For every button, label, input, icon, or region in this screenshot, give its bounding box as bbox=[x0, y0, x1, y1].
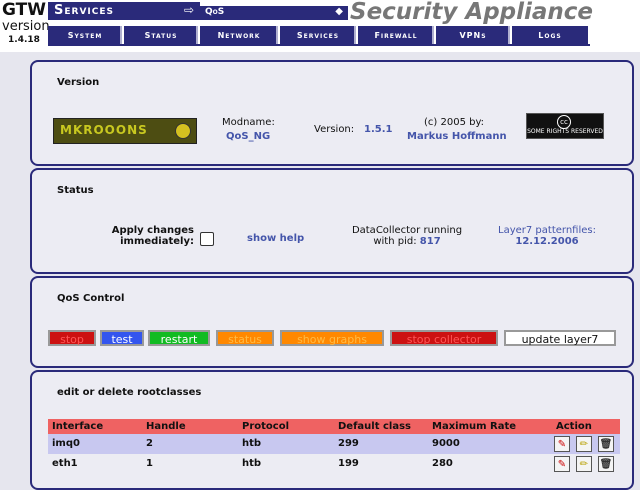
tab-status[interactable]: Status bbox=[124, 26, 198, 44]
modname-label: Modname: bbox=[222, 117, 275, 128]
layer7-status: Layer7 patternfiles: 12.12.2006 bbox=[488, 225, 606, 247]
tab-vpns[interactable]: VPNs bbox=[436, 26, 510, 44]
column-header-handle: Handle bbox=[146, 421, 186, 432]
rootclasses-section: edit or delete rootclasses Interface Han… bbox=[30, 370, 634, 490]
tab-services[interactable]: Services bbox=[280, 26, 356, 44]
edit-icon[interactable]: ✏ bbox=[576, 456, 592, 472]
version-section: Version MKROOONS Modname: QoS_NG Version… bbox=[30, 60, 634, 166]
cell-max-rate: 280 bbox=[432, 458, 453, 469]
logo-text: MKROOONS bbox=[60, 123, 148, 137]
app-title: Security Appliance bbox=[350, 0, 594, 25]
add-class-icon[interactable]: ✎ bbox=[554, 436, 570, 452]
tab-label: VPNs bbox=[459, 31, 487, 40]
current-service-label: QoS bbox=[205, 7, 225, 17]
edit-icon[interactable]: ✏ bbox=[576, 436, 592, 452]
tab-label: Logs bbox=[538, 31, 562, 40]
services-menu[interactable]: Services ⇨ bbox=[48, 2, 200, 20]
qos-control-heading: QoS Control bbox=[57, 293, 125, 304]
cell-interface: imq0 bbox=[52, 438, 80, 449]
tab-network[interactable]: Network bbox=[200, 26, 278, 44]
copyright-label: (c) 2005 by: bbox=[424, 117, 485, 128]
header-bar: GTW version 1.4.18 Services ⇨ QoS ◆ Secu… bbox=[0, 0, 640, 52]
service-selector[interactable]: QoS ◆ bbox=[200, 6, 348, 20]
datacollector-status: DataCollector running with pid: 817 bbox=[344, 225, 470, 247]
creative-commons-badge[interactable]: cc SOME RIGHTS RESERVED bbox=[526, 113, 604, 139]
test-button[interactable]: test bbox=[100, 330, 144, 346]
tab-label: Status bbox=[144, 31, 178, 40]
apply-label-line2: immediately: bbox=[120, 236, 194, 247]
cc-icon: cc bbox=[557, 115, 571, 129]
tab-label: Network bbox=[217, 31, 261, 40]
collector-line2-prefix: with pid: bbox=[373, 236, 417, 247]
tab-label: Services bbox=[296, 31, 340, 40]
arrow-right-icon: ⇨ bbox=[183, 3, 194, 17]
tab-logs[interactable]: Logs bbox=[512, 26, 588, 44]
stop-button[interactable]: stop bbox=[48, 330, 96, 346]
version-value: 1.5.1 bbox=[364, 124, 393, 135]
version-heading: Version bbox=[57, 77, 100, 88]
module-logo: MKROOONS bbox=[53, 118, 197, 144]
cell-handle: 2 bbox=[146, 438, 153, 449]
tab-underline bbox=[48, 44, 590, 46]
restart-button[interactable]: restart bbox=[148, 330, 210, 346]
brand-version-label: version bbox=[2, 19, 50, 34]
show-help-link[interactable]: show help bbox=[247, 233, 304, 244]
cell-default-class: 199 bbox=[338, 458, 359, 469]
qos-control-section: QoS Control bbox=[30, 276, 634, 368]
cell-interface: eth1 bbox=[52, 458, 78, 469]
tab-firewall[interactable]: Firewall bbox=[358, 26, 434, 44]
table-row: imq0 2 htb 299 9000 ✎ ✏ 🗑 bbox=[48, 434, 620, 454]
tab-label: Firewall bbox=[374, 31, 418, 40]
delete-icon[interactable]: 🗑 bbox=[598, 436, 614, 452]
update-layer7-button[interactable]: update layer7 bbox=[504, 330, 616, 346]
delete-icon[interactable]: 🗑 bbox=[598, 456, 614, 472]
table-row: eth1 1 htb 199 280 ✎ ✏ 🗑 bbox=[48, 454, 620, 474]
layer7-date: 12.12.2006 bbox=[515, 236, 579, 247]
modname-value: QoS_NG bbox=[226, 131, 271, 142]
logo-dot-icon bbox=[175, 123, 191, 139]
author-name: Markus Hoffmann bbox=[407, 131, 507, 142]
table-header: Interface Handle Protocol Default class … bbox=[48, 419, 620, 434]
apply-label-line1: Apply changes bbox=[111, 225, 194, 236]
column-header-action: Action bbox=[556, 421, 592, 432]
stop-collector-button[interactable]: stop collector bbox=[390, 330, 498, 346]
status-heading: Status bbox=[57, 185, 94, 196]
column-header-maximum-rate: Maximum Rate bbox=[432, 421, 517, 432]
tab-label: System bbox=[67, 31, 103, 40]
cell-protocol: htb bbox=[242, 438, 262, 449]
column-header-protocol: Protocol bbox=[242, 421, 290, 432]
brand-version-number: 1.4.18 bbox=[8, 35, 40, 45]
services-label: Services bbox=[54, 3, 114, 18]
status-section: Status Apply changes immediately: show h… bbox=[30, 168, 634, 274]
column-header-interface: Interface bbox=[52, 421, 104, 432]
apply-changes-label: Apply changes immediately: bbox=[110, 225, 194, 247]
brand-name: GTW bbox=[2, 0, 47, 20]
diamond-dropdown-icon: ◆ bbox=[335, 6, 343, 17]
tab-system[interactable]: System bbox=[48, 26, 122, 44]
brand-block: GTW version 1.4.18 bbox=[2, 0, 50, 45]
layer7-label: Layer7 patternfiles: bbox=[498, 225, 596, 236]
show-graphs-button[interactable]: show graphs bbox=[280, 330, 384, 346]
apply-immediately-checkbox[interactable] bbox=[200, 232, 214, 246]
status-button[interactable]: status bbox=[216, 330, 274, 346]
collector-pid: 817 bbox=[419, 236, 441, 247]
version-label: Version: bbox=[314, 124, 355, 135]
cell-handle: 1 bbox=[146, 458, 153, 469]
cell-protocol: htb bbox=[242, 458, 262, 469]
cell-max-rate: 9000 bbox=[432, 438, 460, 449]
collector-line1: DataCollector running bbox=[351, 225, 463, 236]
cc-badge-text: SOME RIGHTS RESERVED bbox=[527, 128, 603, 135]
column-header-default-class: Default class bbox=[338, 421, 411, 432]
rootclasses-heading: edit or delete rootclasses bbox=[57, 387, 202, 398]
cell-default-class: 299 bbox=[338, 438, 359, 449]
add-class-icon[interactable]: ✎ bbox=[554, 456, 570, 472]
